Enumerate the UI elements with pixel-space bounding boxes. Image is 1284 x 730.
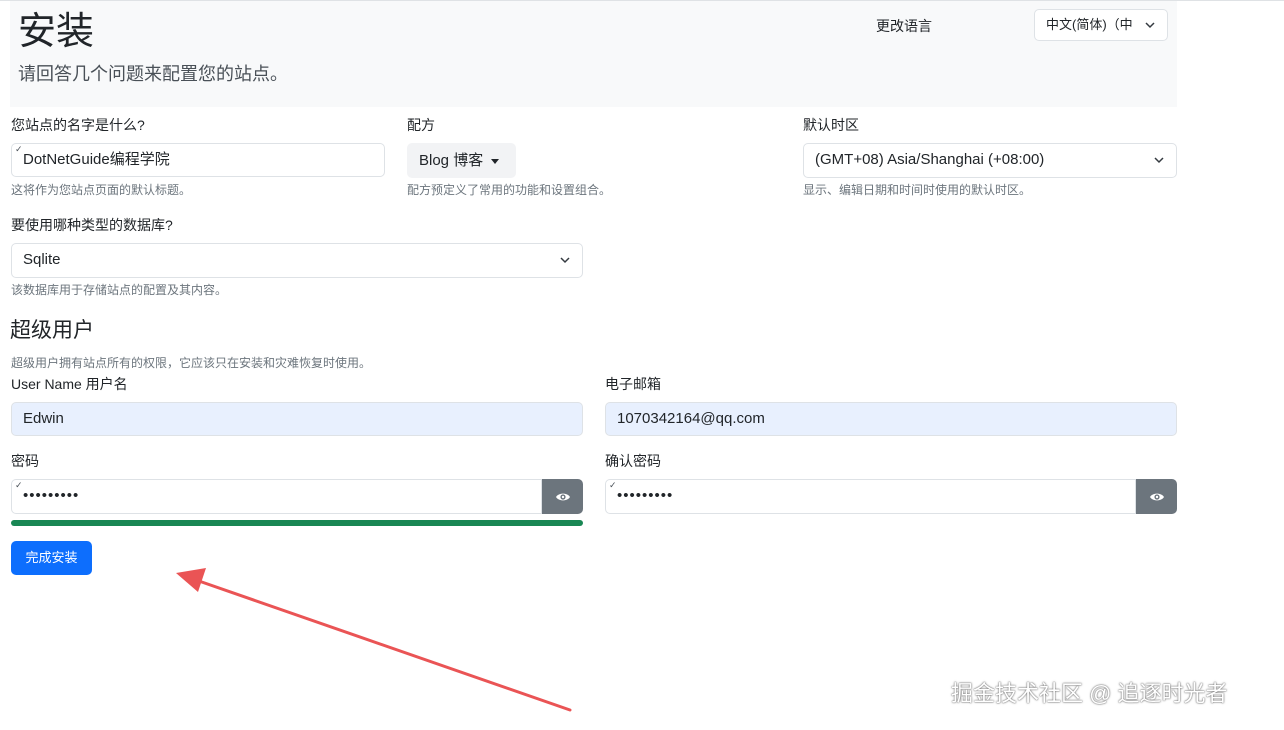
site-name-label: 您站点的名字是什么? [11, 117, 145, 133]
database-select[interactable]: Sqlite [11, 243, 583, 278]
password-value: ••••••••• [23, 487, 80, 504]
language-select[interactable]: 中文(简体)（中 [1034, 9, 1168, 41]
timezone-label: 默认时区 [803, 117, 859, 133]
recipe-value: Blog 博客 [419, 152, 484, 169]
confirm-password-label: 确认密码 [605, 453, 661, 469]
email-label: 电子邮箱 [605, 376, 661, 392]
timezone-select[interactable]: (GMT+08) Asia/Shanghai (+08:00) [803, 143, 1177, 178]
language-label: 更改语言 [876, 18, 932, 34]
password-input[interactable]: ••••••••• ✓ [11, 479, 542, 514]
superuser-help: 超级用户拥有站点所有的权限，它应该只在安装和灾难恢复时使用。 [11, 356, 372, 370]
database-help: 该数据库用于存储站点的配置及其内容。 [11, 283, 228, 297]
email-input[interactable]: 1070342164@qq.com [605, 402, 1177, 436]
caret-down-icon [491, 158, 500, 164]
watermark: 掘金技术社区 @ 追逐时光者 [951, 681, 1228, 706]
page-subtitle: 请回答几个问题来配置您的站点。 [18, 64, 288, 84]
eye-icon [555, 493, 570, 500]
username-input[interactable]: Edwin [11, 402, 583, 436]
timezone-value: (GMT+08) Asia/Shanghai (+08:00) [815, 151, 1045, 168]
password-strength-bar [11, 520, 583, 526]
page-header: 安装 请回答几个问题来配置您的站点。 更改语言 中文(简体)（中 [10, 1, 1177, 107]
finish-install-button[interactable]: 完成安装 [11, 541, 92, 575]
autofill-check-icon: ✓ [15, 144, 23, 154]
language-select-value: 中文(简体)（中 [1046, 17, 1133, 32]
site-name-input[interactable]: DotNetGuide编程学院 ✓ [11, 143, 385, 177]
site-name-value: DotNetGuide编程学院 [23, 151, 170, 168]
superuser-title: 超级用户 [10, 319, 94, 342]
recipe-help: 配方预定义了常用的功能和设置组合。 [407, 183, 612, 197]
confirm-password-value: ••••••••• [617, 487, 674, 504]
eye-icon [1149, 493, 1164, 500]
username-label: User Name 用户名 [11, 376, 128, 392]
password-label: 密码 [11, 453, 39, 469]
site-name-help: 这将作为您站点页面的默认标题。 [11, 183, 192, 197]
username-value: Edwin [23, 410, 64, 427]
chevron-down-icon [1154, 157, 1164, 164]
database-label: 要使用哪种类型的数据库? [11, 217, 173, 233]
confirm-password-input[interactable]: ••••••••• ✓ [605, 479, 1136, 514]
recipe-label: 配方 [407, 117, 435, 133]
autofill-check-icon: ✓ [609, 480, 618, 490]
page-title: 安装 [18, 11, 95, 53]
recipe-dropdown-button[interactable]: Blog 博客 [407, 143, 516, 178]
autofill-check-icon: ✓ [15, 480, 24, 490]
toggle-confirm-password-visibility-button[interactable] [1136, 479, 1177, 514]
timezone-help: 显示、编辑日期和时间时使用的默认时区。 [803, 183, 1032, 197]
toggle-password-visibility-button[interactable] [542, 479, 583, 514]
chevron-down-icon [560, 257, 570, 264]
chevron-down-icon [1145, 22, 1155, 29]
email-value: 1070342164@qq.com [617, 410, 765, 427]
database-value: Sqlite [23, 251, 61, 268]
